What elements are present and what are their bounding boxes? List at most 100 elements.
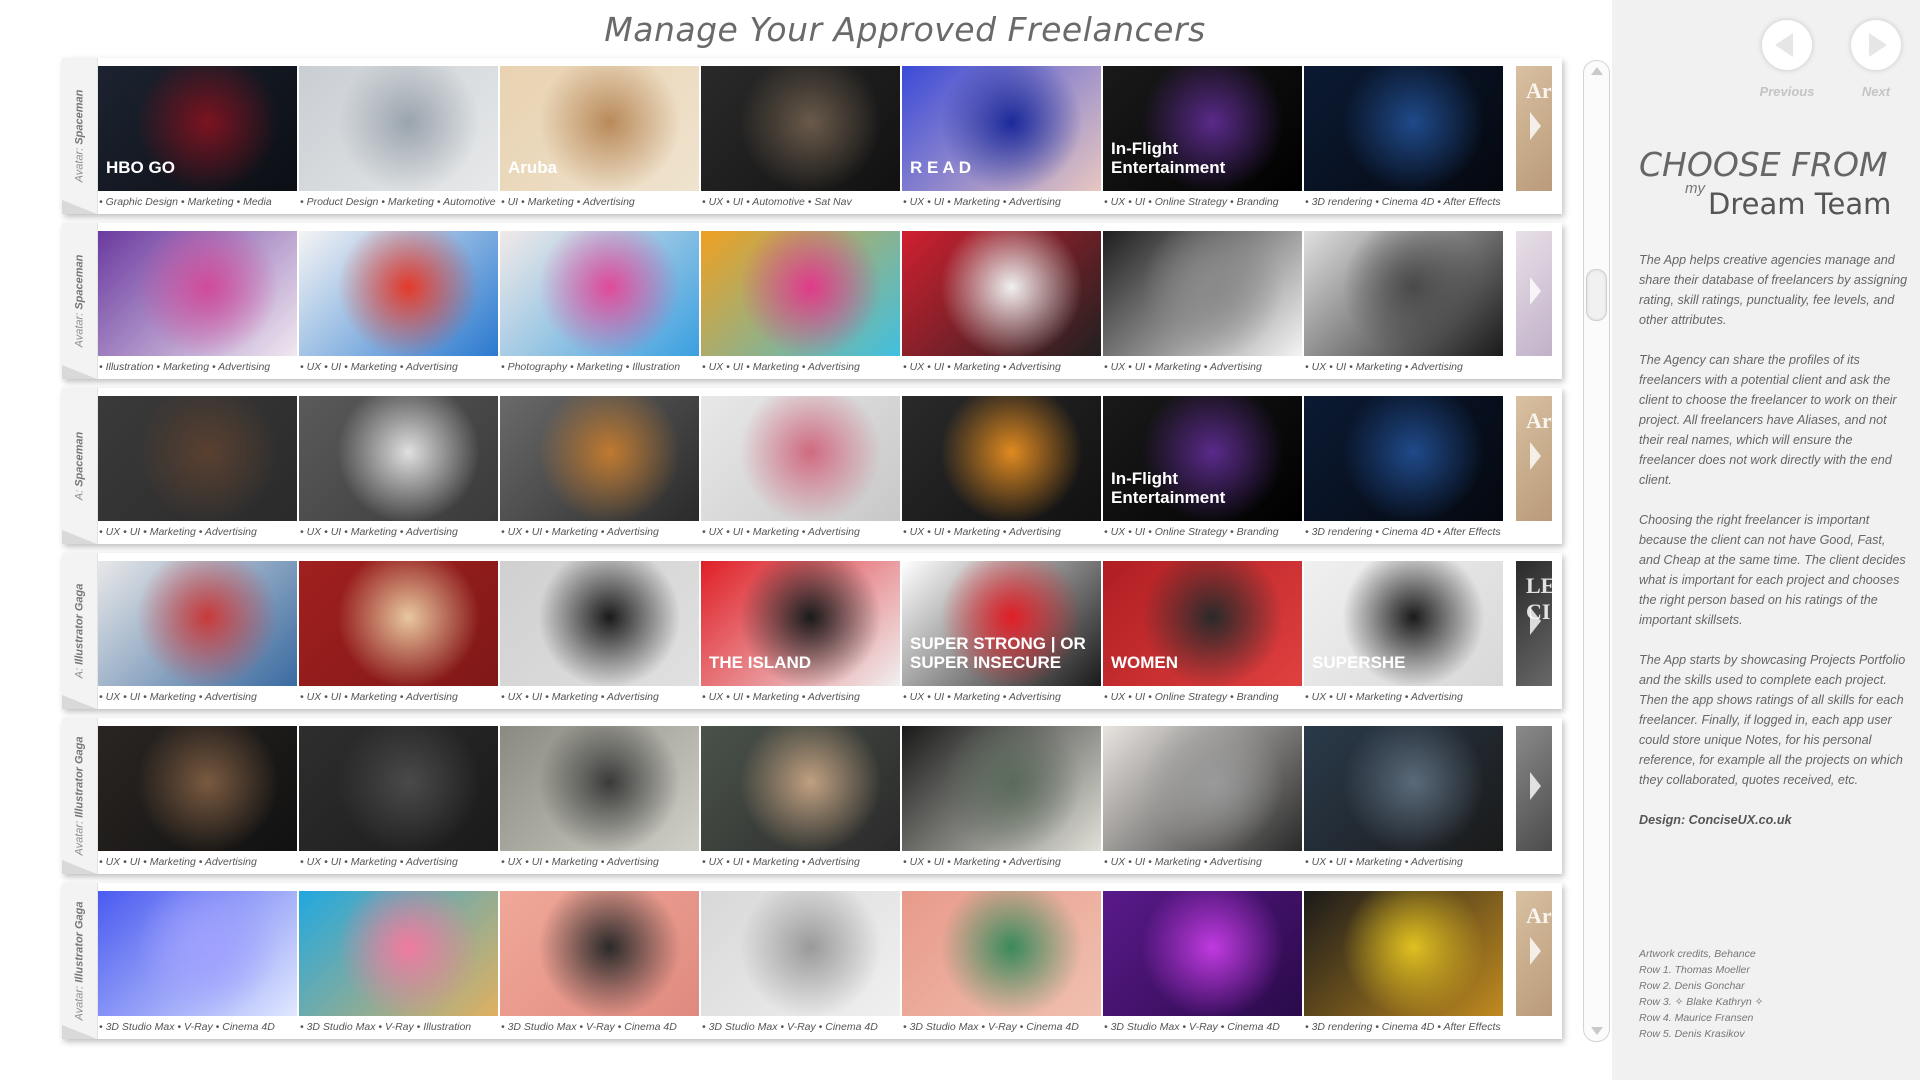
project-tile[interactable]: • UX • UI • Marketing • Advertising: [98, 396, 297, 544]
project-tile[interactable]: In-Flight Entertainment • UX • UI • Onlin…: [1103, 396, 1302, 544]
project-tile[interactable]: • UX • UI • Marketing • Advertising: [701, 231, 900, 379]
project-tile[interactable]: • 3D Studio Max • V-Ray • Cinema 4D: [500, 891, 699, 1039]
project-tile[interactable]: • UX • UI • Marketing • Advertising: [500, 396, 699, 544]
project-tile[interactable]: • 3D Studio Max • V-Ray • Cinema 4D: [902, 891, 1101, 1039]
project-thumbnail[interactable]: [98, 396, 297, 521]
project-tile[interactable]: • UX • UI • Marketing • Advertising: [98, 561, 297, 709]
project-thumbnail[interactable]: [1304, 726, 1503, 851]
project-thumbnail[interactable]: SUPERSHE: [1304, 561, 1503, 686]
row-alias-label[interactable]: Avatar: Illustrator Gaga: [62, 883, 98, 1039]
project-tile[interactable]: • UX • UI • Marketing • Advertising: [299, 396, 498, 544]
project-thumbnail[interactable]: [98, 891, 297, 1016]
project-tile[interactable]: • UX • UI • Marketing • Advertising: [902, 396, 1101, 544]
project-thumbnail[interactable]: [902, 396, 1101, 521]
project-tile[interactable]: In-Flight Entertainment • UX • UI • Onlin…: [1103, 66, 1302, 214]
project-tile[interactable]: • Illustration • Marketing • Advertising: [98, 231, 297, 379]
row-alias-label[interactable]: A: Spaceman: [62, 388, 98, 544]
previous-button[interactable]: Previous: [1757, 20, 1817, 99]
project-thumbnail[interactable]: [1103, 726, 1302, 851]
project-thumbnail[interactable]: [1304, 891, 1503, 1016]
next-project-peek[interactable]: Ar: [1516, 66, 1552, 191]
project-thumbnail[interactable]: WOMEN: [1103, 561, 1302, 686]
project-tile[interactable]: • UX • UI • Marketing • Advertising: [1304, 231, 1503, 379]
project-thumbnail[interactable]: [299, 561, 498, 686]
next-project-peek[interactable]: Ar: [1516, 396, 1552, 521]
project-thumbnail[interactable]: SUPER STRONG | OR SUPER INSECURE: [902, 561, 1101, 686]
project-tile[interactable]: • Photography • Marketing • Illustration: [500, 231, 699, 379]
project-thumbnail[interactable]: [701, 66, 900, 191]
project-thumbnail[interactable]: [299, 891, 498, 1016]
project-tile[interactable]: • UX • UI • Marketing • Advertising: [299, 231, 498, 379]
project-tile[interactable]: SUPER STRONG | OR SUPER INSECURE • UX • U…: [902, 561, 1101, 709]
project-tile[interactable]: • UX • UI • Automotive • Sat Nav: [701, 66, 900, 214]
project-tile[interactable]: HBO GO • Graphic Design • Marketing • Med…: [98, 66, 297, 214]
scroll-thumb[interactable]: [1586, 269, 1607, 321]
row-alias-label[interactable]: A: Illustrator Gaga: [62, 553, 98, 709]
scroll-up-arrow-icon[interactable]: [1591, 67, 1603, 75]
next-project-peek[interactable]: [1516, 231, 1552, 356]
project-thumbnail[interactable]: [1103, 231, 1302, 356]
project-tile[interactable]: SUPERSHE • UX • UI • Marketing • Advertis…: [1304, 561, 1503, 709]
row-alias-label[interactable]: Avatar: Spaceman: [62, 58, 98, 214]
project-thumbnail[interactable]: [299, 396, 498, 521]
project-thumbnail[interactable]: [500, 726, 699, 851]
project-thumbnail[interactable]: [98, 561, 297, 686]
project-tile[interactable]: • 3D rendering • Cinema 4D • After Effec…: [1304, 66, 1503, 214]
project-tile[interactable]: WOMEN • UX • UI • Online Strategy • Brand…: [1103, 561, 1302, 709]
chevron-right-icon[interactable]: [1530, 442, 1541, 470]
next-project-peek[interactable]: LE CI: [1516, 561, 1552, 686]
previous-circle[interactable]: [1762, 20, 1812, 70]
project-thumbnail[interactable]: [500, 396, 699, 521]
project-tile[interactable]: • Product Design • Marketing • Automotiv…: [299, 66, 498, 214]
project-tile[interactable]: • 3D rendering • Cinema 4D • After Effec…: [1304, 891, 1503, 1039]
scroll-down-arrow-icon[interactable]: [1591, 1027, 1603, 1035]
project-tile[interactable]: • UX • UI • Marketing • Advertising: [701, 726, 900, 874]
project-thumbnail[interactable]: [701, 891, 900, 1016]
project-thumbnail[interactable]: [1304, 66, 1503, 191]
project-tile[interactable]: THE ISLAND • UX • UI • Marketing • Advert…: [701, 561, 900, 709]
project-thumbnail[interactable]: In-Flight Entertainment: [1103, 396, 1302, 521]
project-tile[interactable]: • UX • UI • Marketing • Advertising: [299, 561, 498, 709]
project-thumbnail[interactable]: R E A D: [902, 66, 1101, 191]
project-tile[interactable]: • 3D Studio Max • V-Ray • Cinema 4D: [1103, 891, 1302, 1039]
next-button[interactable]: Next: [1846, 20, 1906, 99]
project-tile[interactable]: • 3D Studio Max • V-Ray • Cinema 4D: [701, 891, 900, 1039]
row-alias-label[interactable]: Avatar: Illustrator Gaga: [62, 718, 98, 874]
next-circle[interactable]: [1851, 20, 1901, 70]
chevron-right-icon[interactable]: [1530, 772, 1541, 800]
project-thumbnail[interactable]: THE ISLAND: [701, 561, 900, 686]
project-tile[interactable]: Aruba • UI • Marketing • Advertising: [500, 66, 699, 214]
row-alias-label[interactable]: Avatar: Spaceman: [62, 223, 98, 379]
project-tile[interactable]: • UX • UI • Marketing • Advertising: [1103, 231, 1302, 379]
project-thumbnail[interactable]: [98, 231, 297, 356]
chevron-right-icon[interactable]: [1530, 112, 1541, 140]
project-thumbnail[interactable]: [1304, 231, 1503, 356]
project-thumbnail[interactable]: [299, 66, 498, 191]
project-thumbnail[interactable]: [902, 231, 1101, 356]
project-thumbnail[interactable]: [902, 891, 1101, 1016]
project-tile[interactable]: • 3D Studio Max • V-Ray • Cinema 4D: [98, 891, 297, 1039]
next-project-peek[interactable]: Ar: [1516, 891, 1552, 1016]
project-tile[interactable]: • UX • UI • Marketing • Advertising: [1304, 726, 1503, 874]
project-thumbnail[interactable]: [701, 726, 900, 851]
project-thumbnail[interactable]: [701, 396, 900, 521]
project-tile[interactable]: • UX • UI • Marketing • Advertising: [701, 396, 900, 544]
project-thumbnail[interactable]: [1304, 396, 1503, 521]
project-thumbnail[interactable]: HBO GO: [98, 66, 297, 191]
project-thumbnail[interactable]: [1103, 891, 1302, 1016]
project-thumbnail[interactable]: [299, 726, 498, 851]
project-thumbnail[interactable]: [500, 891, 699, 1016]
project-thumbnail[interactable]: [500, 561, 699, 686]
project-tile[interactable]: • 3D Studio Max • V-Ray • Illustration: [299, 891, 498, 1039]
project-thumbnail[interactable]: [500, 231, 699, 356]
project-tile[interactable]: • UX • UI • Marketing • Advertising: [98, 726, 297, 874]
chevron-right-icon[interactable]: [1530, 607, 1541, 635]
project-tile[interactable]: • UX • UI • Marketing • Advertising: [500, 726, 699, 874]
project-tile[interactable]: • UX • UI • Marketing • Advertising: [902, 726, 1101, 874]
chevron-right-icon[interactable]: [1530, 937, 1541, 965]
project-thumbnail[interactable]: [701, 231, 900, 356]
next-project-peek[interactable]: [1516, 726, 1552, 851]
project-thumbnail[interactable]: [902, 726, 1101, 851]
project-tile[interactable]: • UX • UI • Marketing • Advertising: [500, 561, 699, 709]
project-thumbnail[interactable]: Aruba: [500, 66, 699, 191]
